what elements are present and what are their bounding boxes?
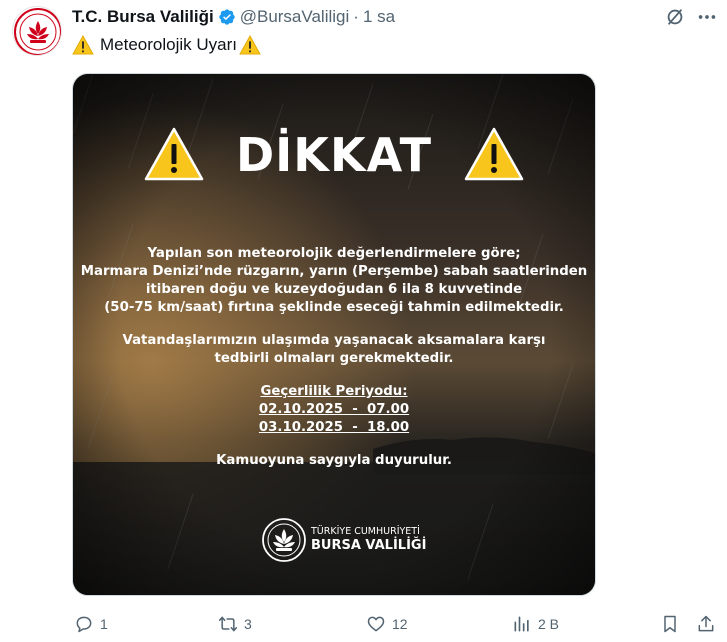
- more-icon[interactable]: [696, 6, 718, 28]
- warning-icon: [463, 126, 525, 182]
- repost-button[interactable]: 3: [218, 614, 252, 634]
- poster-line: (50-75 km/saat) fırtına şeklinde eseceği…: [104, 300, 564, 315]
- verified-badge-icon: [218, 8, 236, 26]
- share-icon: [698, 615, 714, 632]
- warning-icon: [72, 34, 94, 55]
- reply-button[interactable]: 1: [74, 614, 108, 634]
- views-icon: [514, 616, 529, 632]
- tweet-header: T.C. Bursa Valiliği @BursaValiligi · 1 s…: [72, 6, 395, 28]
- views-button[interactable]: 2 B: [512, 614, 559, 634]
- mute-icon[interactable]: [664, 6, 686, 28]
- poster-line: Yapılan son meteorolojik değerlendirmele…: [147, 246, 521, 261]
- like-count: 12: [392, 616, 408, 632]
- tweet-body: Meteorolojik Uyarı: [100, 35, 237, 54]
- warning-icon: [239, 34, 261, 55]
- repost-icon: [218, 616, 238, 632]
- bursa-valiligi-logo: [14, 8, 61, 55]
- poster-logo: TÜRKİYE CUMHURİYETİ BURSA VALİLİĞİ: [261, 517, 426, 565]
- validity-period: Geçerlilik Periyodu: 02.10.2025 - 07.00 …: [73, 383, 595, 437]
- separator-dot: ·: [353, 7, 359, 26]
- poster-paragraph-1: Yapılan son meteorolojik değerlendirmele…: [73, 245, 595, 317]
- tweet-media-image[interactable]: DİKKAT Yapılan son meteorolojik değerlen…: [72, 73, 596, 596]
- validity-from: 02.10.2025 - 07.00: [258, 402, 410, 417]
- reply-icon: [76, 616, 92, 633]
- repost-count: 3: [244, 616, 252, 632]
- logo-line-1: TÜRKİYE CUMHURİYETİ: [311, 526, 420, 537]
- reply-count: 1: [100, 616, 108, 632]
- poster-paragraph-2: Vatandaşlarımızın ulaşımda yaşanacak aks…: [73, 332, 595, 368]
- views-count: 2 B: [538, 616, 560, 632]
- poster-closing: Kamuoyuna saygıyla duyurulur.: [216, 453, 452, 468]
- poster-line: Vatandaşlarımızın ulaşımda yaşanacak aks…: [122, 333, 546, 348]
- validity-to: 03.10.2025 - 18.00: [258, 420, 410, 435]
- tweet-actions: 1 3 12 2 B: [70, 614, 720, 638]
- bursa-valiligi-logo: [262, 518, 306, 562]
- like-button[interactable]: 12: [366, 614, 408, 634]
- share-button[interactable]: [696, 614, 722, 634]
- tweet-text: Meteorolojik Uyarı: [72, 34, 261, 55]
- poster-line: Marmara Denizi’nde rüzgarın, yarın (Perş…: [80, 264, 588, 279]
- validity-title: Geçerlilik Periyodu:: [260, 384, 408, 399]
- poster-line: itibaren doğu ve kuzeydoğudan 6 ila 8 ku…: [145, 282, 523, 297]
- bookmark-button[interactable]: [660, 614, 686, 634]
- account-handle[interactable]: @BursaValiligi: [240, 7, 350, 27]
- like-icon: [367, 616, 385, 632]
- post-time[interactable]: 1 sa: [363, 7, 395, 27]
- bookmark-icon: [664, 615, 676, 633]
- avatar[interactable]: [12, 6, 62, 56]
- account-name[interactable]: T.C. Bursa Valiliği: [72, 7, 214, 27]
- poster-line: tedbirli olmaları gerekmektedir.: [214, 351, 454, 366]
- logo-line-2: BURSA VALİLİĞİ: [311, 538, 427, 553]
